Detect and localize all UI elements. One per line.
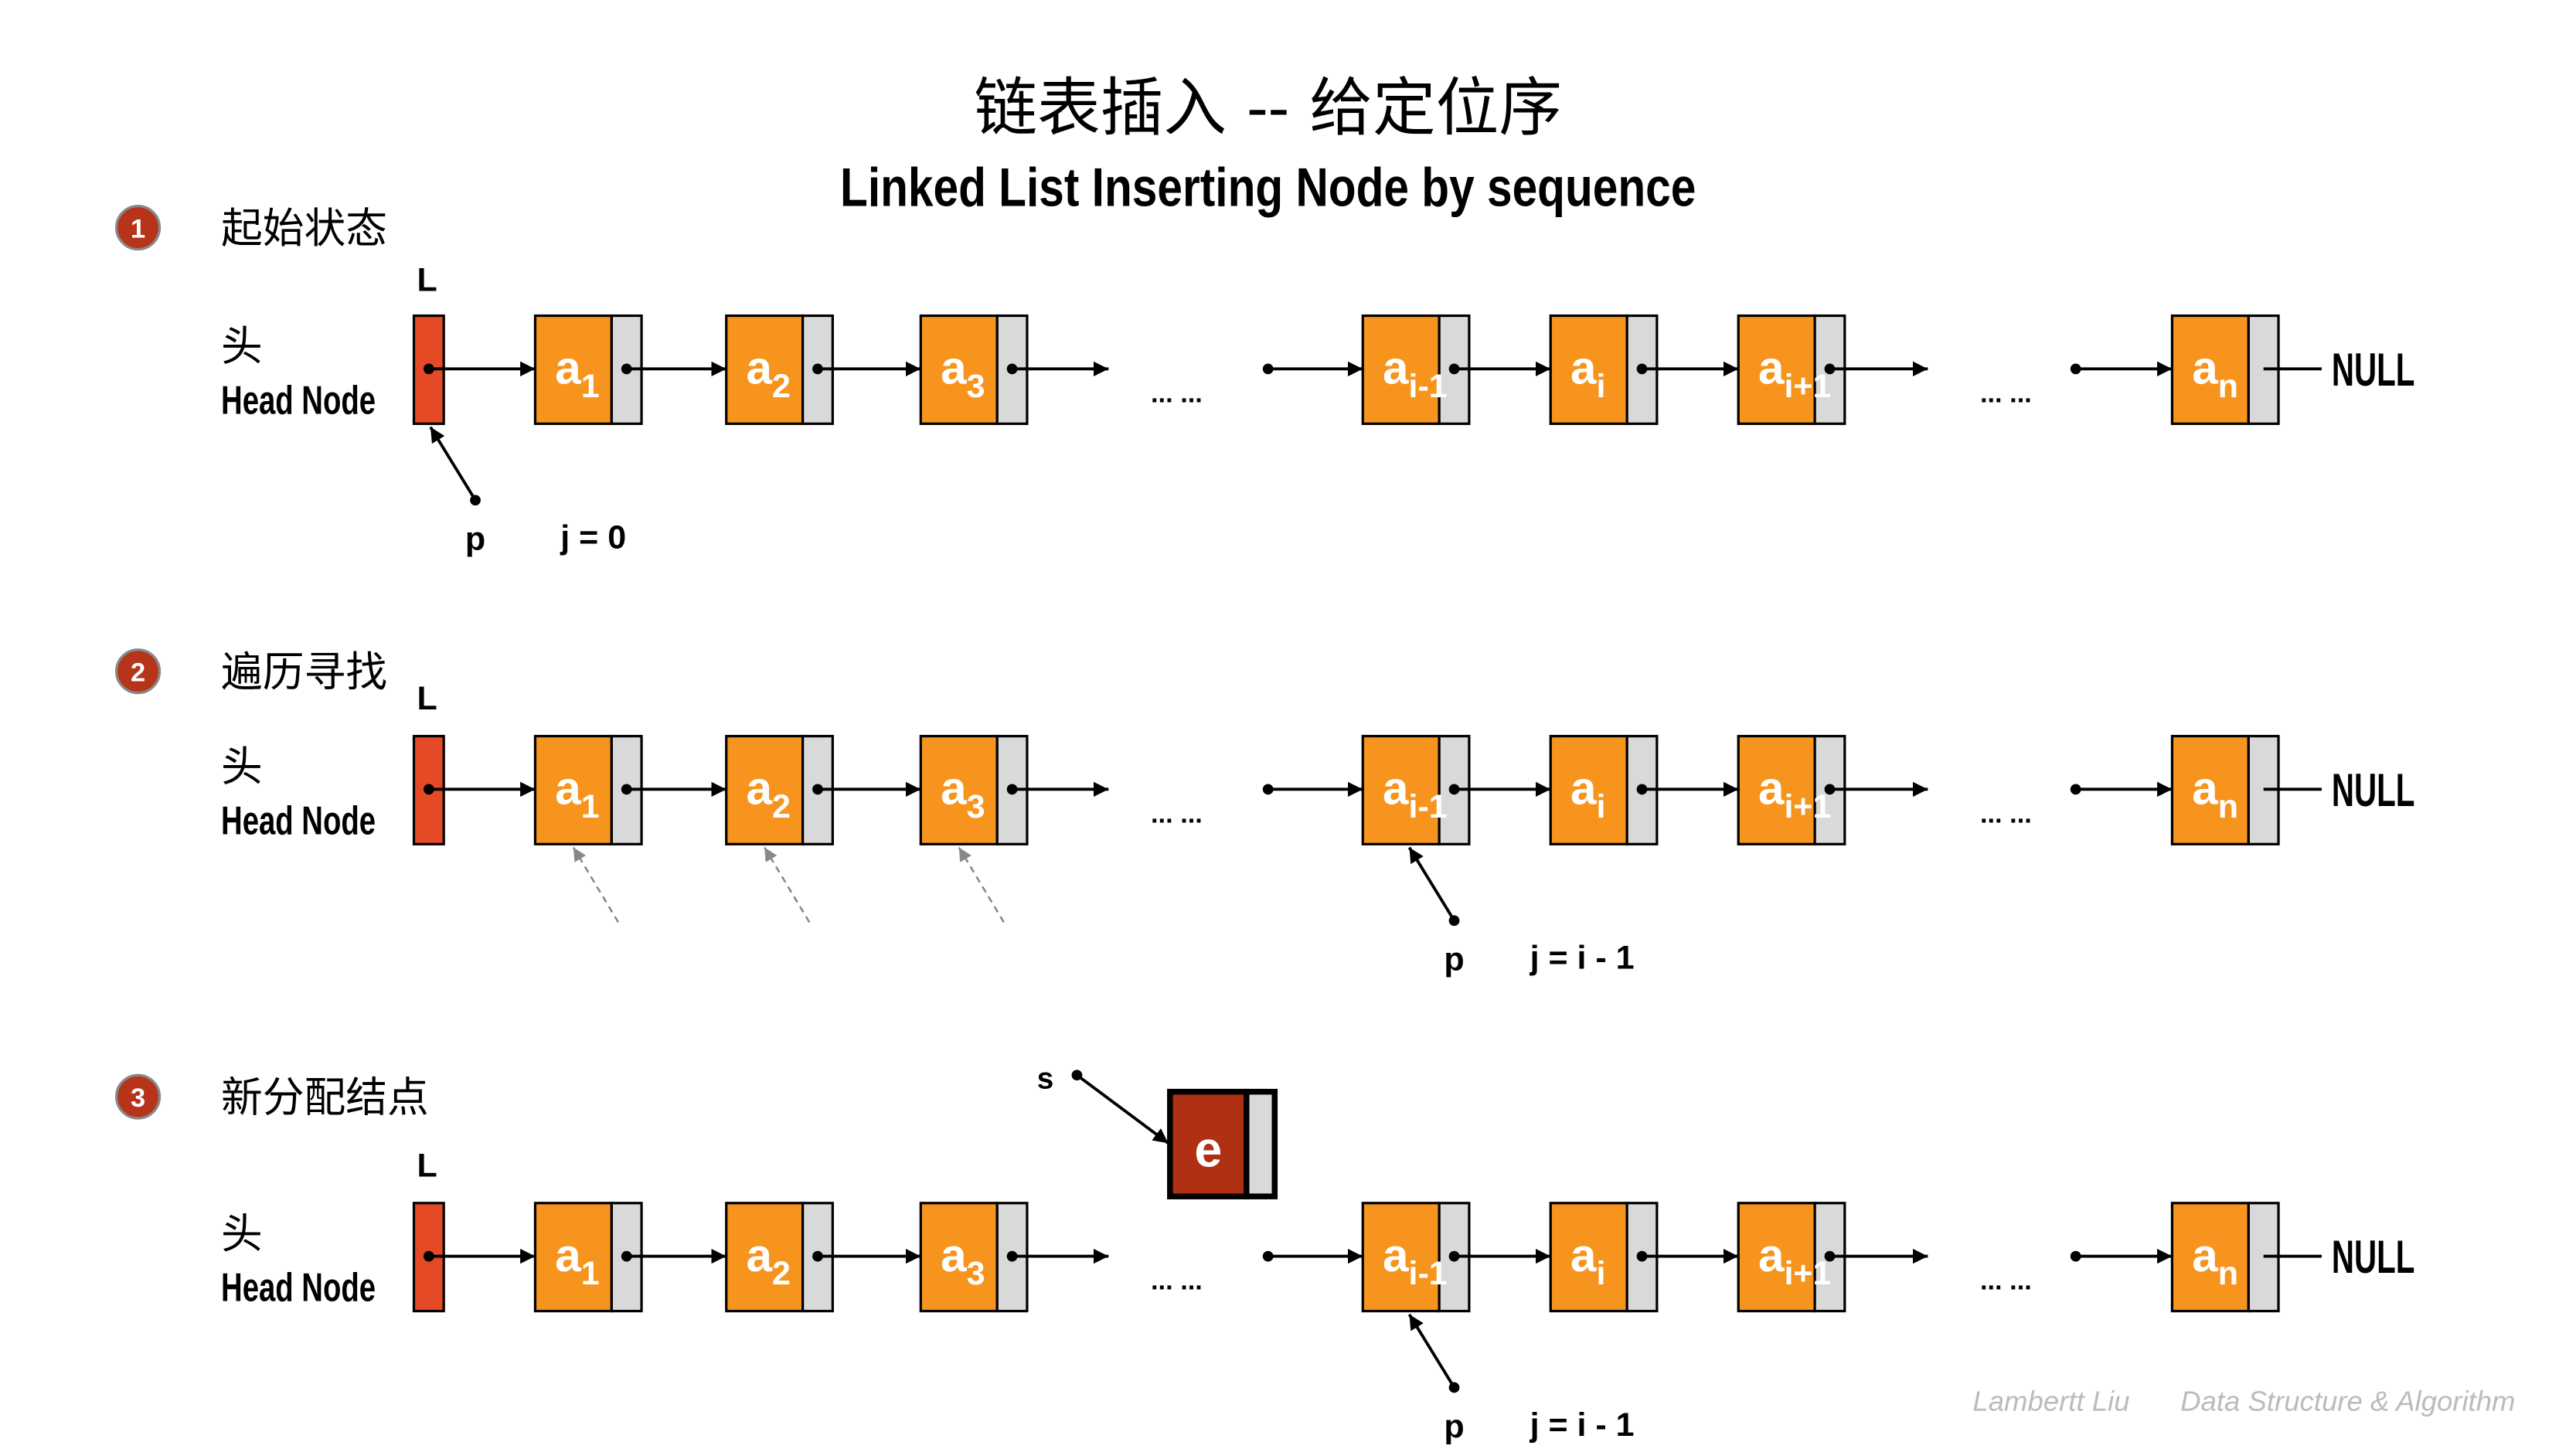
step-number: 1 — [131, 214, 145, 243]
s-pointer-label: s — [1037, 1062, 1054, 1095]
node-subscript: i-1 — [1409, 788, 1448, 825]
node-subscript: 3 — [967, 1255, 985, 1292]
p-pointer-arrow — [1407, 846, 1456, 922]
ellipsis: ... ... — [1980, 799, 2032, 828]
p-pointer-label: p — [465, 521, 485, 558]
counter-label: j = 0 — [560, 519, 626, 556]
head-label-en: Head Node — [221, 1265, 376, 1310]
watermark-author: Lambertt Liu — [1972, 1386, 2129, 1417]
node-subscript: n — [2218, 788, 2238, 825]
head-label-cn: 头 — [221, 1209, 263, 1258]
ellipsis: ... ... — [1151, 379, 1203, 408]
ellipsis: ... ... — [1980, 1267, 2032, 1296]
page-title: 链表插入 -- 给定位序 — [974, 72, 1562, 145]
counter-label: j = i - 1 — [1530, 940, 1635, 977]
p-pointer-arrow — [1407, 1313, 1456, 1389]
p-pointer-arrow — [429, 426, 477, 502]
null-label: NULL — [2332, 344, 2415, 396]
node-subscript: 2 — [772, 788, 791, 825]
node-subscript: 1 — [581, 788, 600, 825]
list-node-a_n: an — [2170, 734, 2280, 845]
head-label-cn: 头 — [221, 322, 263, 371]
head-pointer-label: L — [417, 261, 437, 298]
traversal-hint-arrow — [572, 846, 620, 923]
new-node-value: e — [1194, 1121, 1222, 1177]
ellipsis: ... ... — [1151, 1267, 1203, 1296]
node-subscript: i — [1597, 368, 1606, 405]
new-node-pointer-field — [1243, 1088, 1278, 1199]
head-label-cn: 头 — [221, 743, 263, 791]
node-subscript: i — [1597, 788, 1606, 825]
s-pointer-arrow — [1076, 1073, 1169, 1145]
head-pointer-label: L — [417, 1147, 437, 1184]
null-label: NULL — [2332, 764, 2415, 816]
new-node-e: e — [1167, 1088, 1278, 1199]
step-label: 起始状态 — [221, 204, 387, 253]
list-node-a_n: an — [2170, 1202, 2280, 1313]
watermark-topic: Data Structure & Algorithm — [2180, 1386, 2515, 1417]
node-subscript: 2 — [772, 368, 791, 405]
counter-label: j = i - 1 — [1530, 1406, 1635, 1444]
step-label: 遍历寻找 — [221, 648, 387, 696]
traversal-hint-arrow — [958, 846, 1005, 923]
ellipsis: ... ... — [1980, 379, 2032, 408]
node-subscript: i+1 — [1784, 368, 1831, 405]
traversal-hint-arrow — [764, 846, 811, 923]
node-subscript: 1 — [581, 368, 600, 405]
ellipsis: ... ... — [1151, 799, 1203, 828]
p-pointer-label: p — [1444, 941, 1464, 978]
node-subscript: 2 — [772, 1255, 791, 1292]
list-node-a_n: an — [2170, 314, 2280, 425]
step-label: 新分配结点 — [221, 1073, 429, 1122]
p-pointer-label: p — [1444, 1408, 1464, 1445]
head-label-en: Head Node — [221, 377, 376, 422]
node-subscript: n — [2218, 1255, 2238, 1292]
step-badge: 3 — [114, 1073, 162, 1120]
step-number: 3 — [131, 1083, 145, 1113]
node-subscript: i-1 — [1409, 368, 1448, 405]
head-label-en: Head Node — [221, 798, 376, 842]
step-badge: 1 — [114, 205, 162, 251]
node-subscript: 1 — [581, 1255, 600, 1292]
node-subscript: i+1 — [1784, 1255, 1831, 1292]
node-subscript: i — [1597, 1255, 1606, 1292]
linked-list-insert-diagram: 链表插入 -- 给定位序 Linked List Inserting Node … — [114, 72, 2516, 1445]
node-subscript: i+1 — [1784, 788, 1831, 825]
node-subscript: 3 — [967, 368, 985, 405]
null-label: NULL — [2332, 1231, 2415, 1283]
node-subscript: 3 — [967, 788, 985, 825]
node-subscript: i-1 — [1409, 1255, 1448, 1292]
head-pointer-label: L — [417, 680, 437, 717]
page-subtitle: Linked List Inserting Node by sequence — [840, 158, 1696, 219]
node-subscript: n — [2218, 368, 2238, 405]
step-number: 2 — [131, 658, 145, 688]
step-badge: 2 — [114, 648, 162, 695]
